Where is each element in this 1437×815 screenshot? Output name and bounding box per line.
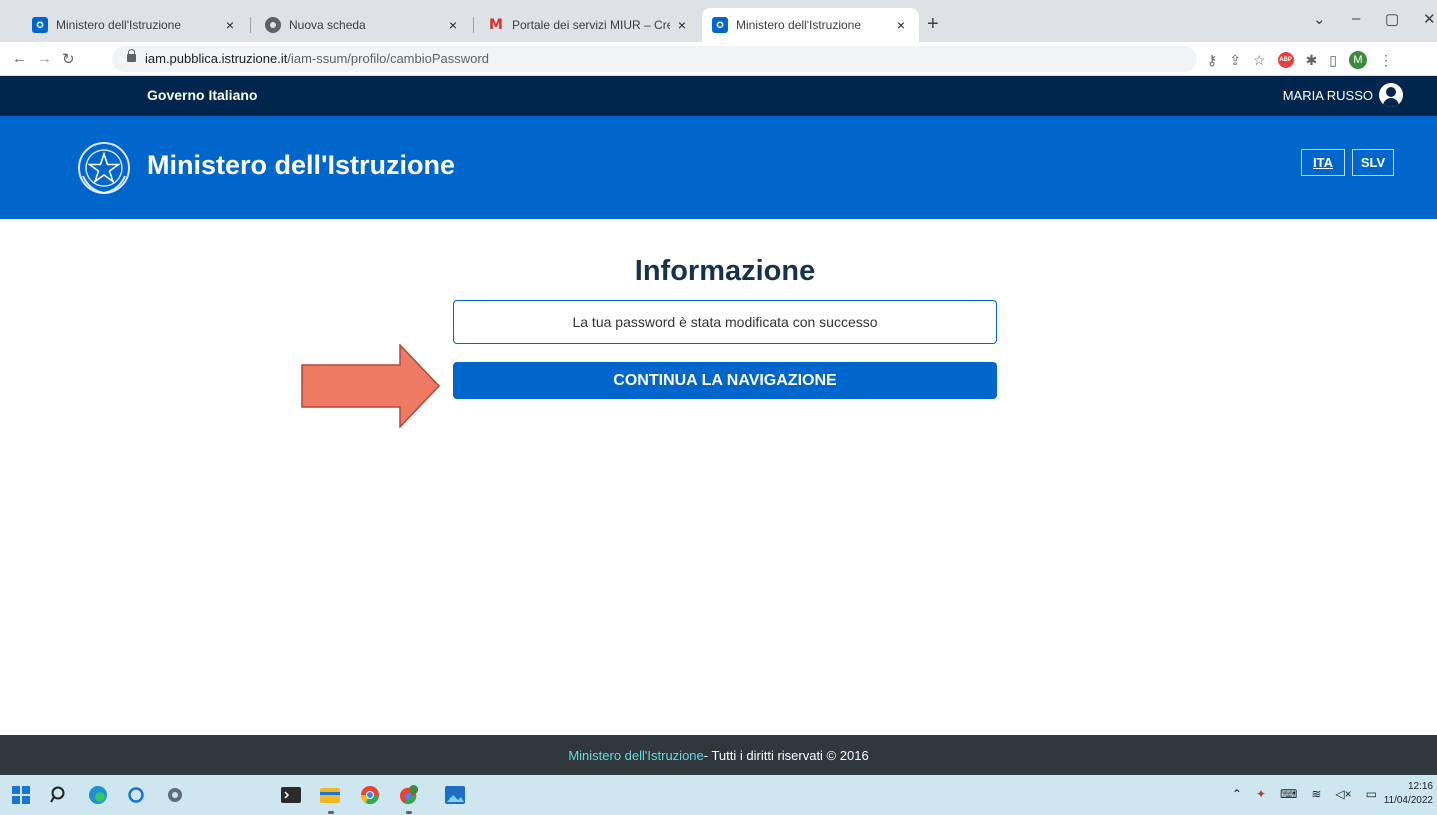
side-panel-icon[interactable]: ▯ <box>1329 52 1337 69</box>
system-clock[interactable]: 12:16 11/04/2022 <box>1384 780 1433 808</box>
new-tab-button[interactable]: + <box>927 12 939 36</box>
chrome-profile-icon[interactable] <box>399 785 419 805</box>
keyboard-icon[interactable]: ⌨ <box>1280 787 1297 801</box>
tab-separator <box>473 17 474 33</box>
footer-ministry-link[interactable]: Ministero dell'Istruzione <box>568 748 703 763</box>
chrome-favicon-icon <box>265 17 281 33</box>
extensions-puzzle-icon[interactable]: ✱ <box>1306 52 1318 69</box>
continue-navigation-button[interactable]: CONTINUA LA NAVIGAZIONE <box>453 362 997 399</box>
reload-icon[interactable]: ↻ <box>62 50 75 68</box>
language-slv-button[interactable]: SLV <box>1352 149 1394 176</box>
app-running-indicator <box>406 811 412 814</box>
tab-title: Portale dei servizi MIUR – Creazio <box>512 18 670 32</box>
clock-time: 12:16 <box>1407 781 1433 792</box>
tab-separator <box>250 17 251 33</box>
user-name: MARIA RUSSO <box>1282 87 1373 103</box>
browser-tab-3[interactable]: M Portale dei servizi MIUR – Creazio × <box>478 8 700 42</box>
profile-avatar[interactable]: M <box>1349 51 1368 69</box>
tray-app-icon[interactable]: ✦ <box>1256 787 1266 801</box>
address-bar[interactable]: iam.pubblica.istruzione.it/iam-ssum/prof… <box>112 46 1197 72</box>
settings-gear-icon[interactable] <box>165 785 185 805</box>
minimize-icon[interactable]: – <box>1352 10 1360 27</box>
url-text[interactable]: iam.pubblica.istruzione.it/iam-ssum/prof… <box>145 51 489 66</box>
file-explorer-icon[interactable] <box>320 785 340 805</box>
browser-tab-strip: ✪ Ministero dell'Istruzione × Nuova sche… <box>0 0 1437 42</box>
pointing-arrow-annotation <box>301 344 441 428</box>
cortana-icon[interactable] <box>126 785 146 805</box>
language-ita-button[interactable]: ITA <box>1301 149 1345 176</box>
ministry-title[interactable]: Ministero dell'Istruzione <box>147 150 455 181</box>
user-menu[interactable]: MARIA RUSSO <box>1283 83 1403 107</box>
url-path: /iam-ssum/profilo/cambioPassword <box>287 51 489 66</box>
page-footer: Ministero dell'Istruzione - Tutti i diri… <box>0 735 1437 775</box>
wifi-icon[interactable]: ≋ <box>1311 787 1321 801</box>
tab-title: Ministero dell'Istruzione <box>56 18 182 32</box>
browser-tab-2[interactable]: Nuova scheda × <box>255 8 471 42</box>
system-tray: ⌃ ✦ ⌨ ≋ ◁× ▭ <box>1232 787 1377 801</box>
tab-title: Ministero dell'Istruzione <box>736 18 862 32</box>
windows-start-icon[interactable] <box>11 785 31 805</box>
tray-overflow-chevron-icon[interactable]: ⌃ <box>1232 787 1242 801</box>
key-icon[interactable]: ⚷ <box>1207 52 1217 69</box>
tab-search-icon[interactable]: ⌄ <box>1313 10 1326 28</box>
maximize-icon[interactable]: ▢ <box>1385 10 1399 28</box>
footer-copyright: - Tutti i diritti riservati © 2016 <box>703 747 869 763</box>
lock-icon[interactable] <box>127 49 136 62</box>
edge-browser-icon[interactable] <box>88 785 108 805</box>
back-icon[interactable]: ← <box>12 50 27 67</box>
emblem-favicon-icon: ✪ <box>712 17 728 33</box>
emblem-favicon-icon: ✪ <box>32 17 48 33</box>
volume-muted-icon[interactable]: ◁× <box>1335 787 1351 801</box>
close-tab-icon[interactable]: × <box>222 17 238 33</box>
forward-icon[interactable]: → <box>37 50 52 67</box>
brand-header: Ministero dell'Istruzione ITA SLV <box>0 116 1437 219</box>
tab-title: Nuova scheda <box>289 18 366 32</box>
bookmark-star-icon[interactable]: ☆ <box>1253 52 1266 69</box>
government-bar: Governo Italiano MARIA RUSSO <box>0 76 1437 116</box>
photos-icon[interactable] <box>445 785 465 805</box>
adblock-extension-icon[interactable]: ABP <box>1277 52 1294 68</box>
close-tab-icon[interactable]: × <box>893 17 909 33</box>
battery-icon[interactable]: ▭ <box>1366 787 1377 801</box>
chrome-icon[interactable] <box>360 785 380 805</box>
windows-taskbar: ⌃ ✦ ⌨ ≋ ◁× ▭ 12:16 11/04/2022 <box>0 775 1437 815</box>
terminal-icon[interactable] <box>281 785 301 805</box>
menu-kebab-icon[interactable]: ⋮ <box>1379 52 1393 69</box>
gmail-favicon-icon: M <box>489 17 503 33</box>
italian-republic-emblem-icon <box>78 142 130 195</box>
clock-date: 11/04/2022 <box>1383 795 1433 806</box>
user-avatar-icon <box>1379 83 1403 107</box>
browser-toolbar: ← → ↻ iam.pubblica.istruzione.it/iam-ssu… <box>0 42 1437 76</box>
url-host: iam.pubblica.istruzione.it <box>145 51 288 66</box>
toolbar-icons: ⚷ ⇪ ☆ ABP ✱ ▯ M ⋮ <box>1207 51 1393 69</box>
app-running-indicator <box>328 811 334 814</box>
browser-tab-1[interactable]: ✪ Ministero dell'Istruzione × <box>22 8 248 42</box>
close-tab-icon[interactable]: × <box>445 17 461 33</box>
browser-tab-4-active[interactable]: ✪ Ministero dell'Istruzione × <box>702 8 919 42</box>
page-title: Informazione <box>634 255 816 287</box>
gov-title[interactable]: Governo Italiano <box>147 87 257 103</box>
success-message: La tua password è stata modificata con s… <box>453 300 997 344</box>
close-tab-icon[interactable]: × <box>674 17 690 33</box>
close-window-icon[interactable]: ✕ <box>1423 10 1436 28</box>
share-icon[interactable]: ⇪ <box>1229 52 1241 69</box>
search-icon[interactable] <box>49 785 69 805</box>
